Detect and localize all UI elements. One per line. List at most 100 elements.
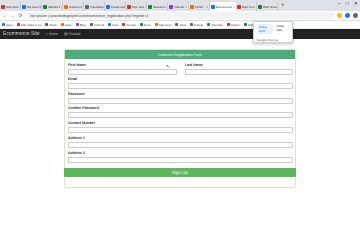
tab-label: Web Tour: [242, 4, 255, 9]
browser-tab[interactable]: Tutorialspt×: [84, 2, 105, 11]
bookmark-favicon-icon: [243, 23, 247, 26]
url-input[interactable]: Not secure | www.testingexpert.com/ecomm…: [26, 12, 334, 19]
nav-link-product[interactable]: ▤ Product: [64, 32, 80, 36]
reload-icon[interactable]: ⟳: [18, 13, 23, 19]
bookmark-favicon-icon: [45, 23, 49, 26]
confirm-password-input[interactable]: [68, 112, 293, 118]
site-brand[interactable]: Ecommerce Site: [3, 31, 40, 37]
bookmark-label: Stack: [49, 22, 57, 27]
popup-chip[interactable]: Chilig Sale: [276, 24, 289, 34]
browser-tab[interactable]: Ecommerce ×: [210, 2, 236, 11]
bookmark-label: Docs: [144, 22, 151, 27]
bookmark-item[interactable]: Testing: [189, 22, 204, 27]
bookmark-label: Apps: [6, 22, 13, 27]
address2-input[interactable]: [68, 157, 293, 163]
nav-link-label: Product: [68, 32, 81, 36]
bookmark-item[interactable]: Docs: [140, 23, 151, 27]
last-name-input[interactable]: [185, 69, 293, 75]
browser-tab[interactable]: Ship Also×: [0, 2, 21, 11]
bookmark-item[interactable]: Java: [175, 22, 186, 27]
bookmark-favicon-icon: [175, 23, 179, 26]
browser-tab[interactable]: Postal code×: [105, 2, 126, 11]
minimize-icon[interactable]: –: [338, 1, 341, 7]
tab-label: Tutorial: [174, 4, 184, 9]
bookmark-favicon-icon: [60, 23, 64, 26]
popup-chip[interactable]: Chilig April: [257, 24, 274, 34]
tab-favicon-icon: [169, 4, 173, 9]
browser-tab[interactable]: Web Tour ×: [236, 2, 257, 11]
tab-label: Ship Also: [6, 4, 19, 9]
contact-number-input[interactable]: [68, 127, 293, 133]
tab-favicon-icon: [237, 4, 241, 9]
forward-icon[interactable]: →: [10, 13, 15, 19]
bookmark-favicon-icon: [154, 23, 158, 26]
bookmark-label: Blog: [79, 22, 86, 27]
tab-close-icon[interactable]: ×: [185, 5, 187, 9]
new-tab-button[interactable]: +: [278, 2, 288, 11]
browser-tab[interactable]: Selenium×: [147, 2, 168, 11]
bookmark-label: Android: [93, 22, 105, 27]
tab-label: Web Driver: [263, 4, 278, 9]
close-window-icon[interactable]: ✕: [354, 1, 358, 7]
back-icon[interactable]: ←: [2, 13, 7, 19]
page-bottom: [0, 196, 360, 202]
url-text: Not secure | www.testingexpert.com/ecomm…: [30, 13, 149, 18]
bookmark-item[interactable]: Stack: [45, 23, 57, 27]
tab-favicon-icon: [190, 4, 194, 9]
bookmark-label: Java: [179, 22, 186, 27]
bookmark-item[interactable]: Blog: [75, 22, 86, 27]
tab-favicon-icon: [106, 4, 110, 9]
browser-tab[interactable]: Tutorial ×: [168, 2, 189, 11]
bookmark-label: Apps: [64, 22, 72, 27]
bookmark-item[interactable]: Apps: [2, 23, 13, 27]
bookmark-favicon-icon: [89, 23, 93, 26]
bookmark-favicon-icon: [140, 23, 143, 26]
email-label: Email: [68, 77, 78, 81]
browser-tab[interactable]: Autoscrol×: [63, 2, 84, 11]
extension-icon[interactable]: [345, 13, 350, 18]
browser-tab[interactable]: SQL Test ×: [126, 2, 147, 11]
bookmark-label: Selenium: [158, 22, 172, 27]
first-name-input[interactable]: [68, 69, 177, 75]
bookmark-item[interactable]: SQL Data & Co: [16, 23, 41, 27]
bookmark-item[interactable]: Auto: [108, 23, 118, 27]
sign-up-button[interactable]: Sign Up: [64, 168, 296, 177]
tab-favicon-icon: [43, 4, 47, 9]
browser-tab[interactable]: SELEN 1 ×: [42, 2, 63, 11]
tab-close-icon[interactable]: ×: [233, 5, 235, 9]
maximize-icon[interactable]: □: [346, 1, 349, 7]
tab-favicon-icon: [127, 4, 131, 9]
nav-link-label: Home: [48, 32, 59, 36]
bookmark-item[interactable]: Selenium: [154, 22, 172, 27]
bookmark-favicon-icon: [122, 23, 126, 26]
profile-avatar[interactable]: [353, 13, 358, 18]
confirm-password-label: Confirm Password: [68, 106, 99, 110]
bookmark-item[interactable]: Python: [226, 23, 240, 27]
bookmark-item[interactable]: Tutorials: [207, 23, 223, 27]
bookmark-item[interactable]: Apps: [60, 22, 72, 27]
bookmark-item[interactable]: Android: [89, 22, 105, 27]
bookmark-favicon-icon: [16, 23, 20, 26]
tab-label: SQL Test: [132, 4, 145, 9]
address1-input[interactable]: [68, 142, 293, 148]
browser-tab[interactable]: XPath ×: [189, 2, 210, 11]
browser-tab[interactable]: Web Driver×: [257, 2, 278, 11]
tab-label: Ecommerce: [216, 4, 233, 9]
nav-link-home[interactable]: ⌂ Home: [46, 32, 58, 36]
address-bar-row: ← → ⟳ Not secure | www.testingexpert.com…: [0, 11, 360, 21]
bookmark-favicon-icon: [226, 23, 230, 26]
tab-label: Autoscrol: [69, 4, 82, 9]
browser-tab-strip: Ship Also×We How To×SELEN 1×Autoscrol×Tu…: [0, 0, 360, 11]
extension-icon[interactable]: [337, 13, 342, 18]
email-input[interactable]: [68, 83, 293, 89]
password-input[interactable]: [68, 98, 293, 104]
tab-label: SELEN 1: [48, 4, 61, 9]
bookmarks-bar: Apps SQL Data & Co Stack Apps Blog Android Aut…: [0, 21, 360, 29]
bookmark-label: Testing: [193, 22, 204, 27]
browser-tab[interactable]: We How To×: [21, 2, 42, 11]
password-label: Password: [68, 92, 85, 96]
tab-close-icon[interactable]: ×: [206, 5, 208, 9]
bookmark-favicon-icon: [108, 23, 112, 26]
bookmark-item[interactable]: Google: [122, 23, 136, 27]
tab-favicon-icon: [64, 4, 68, 9]
